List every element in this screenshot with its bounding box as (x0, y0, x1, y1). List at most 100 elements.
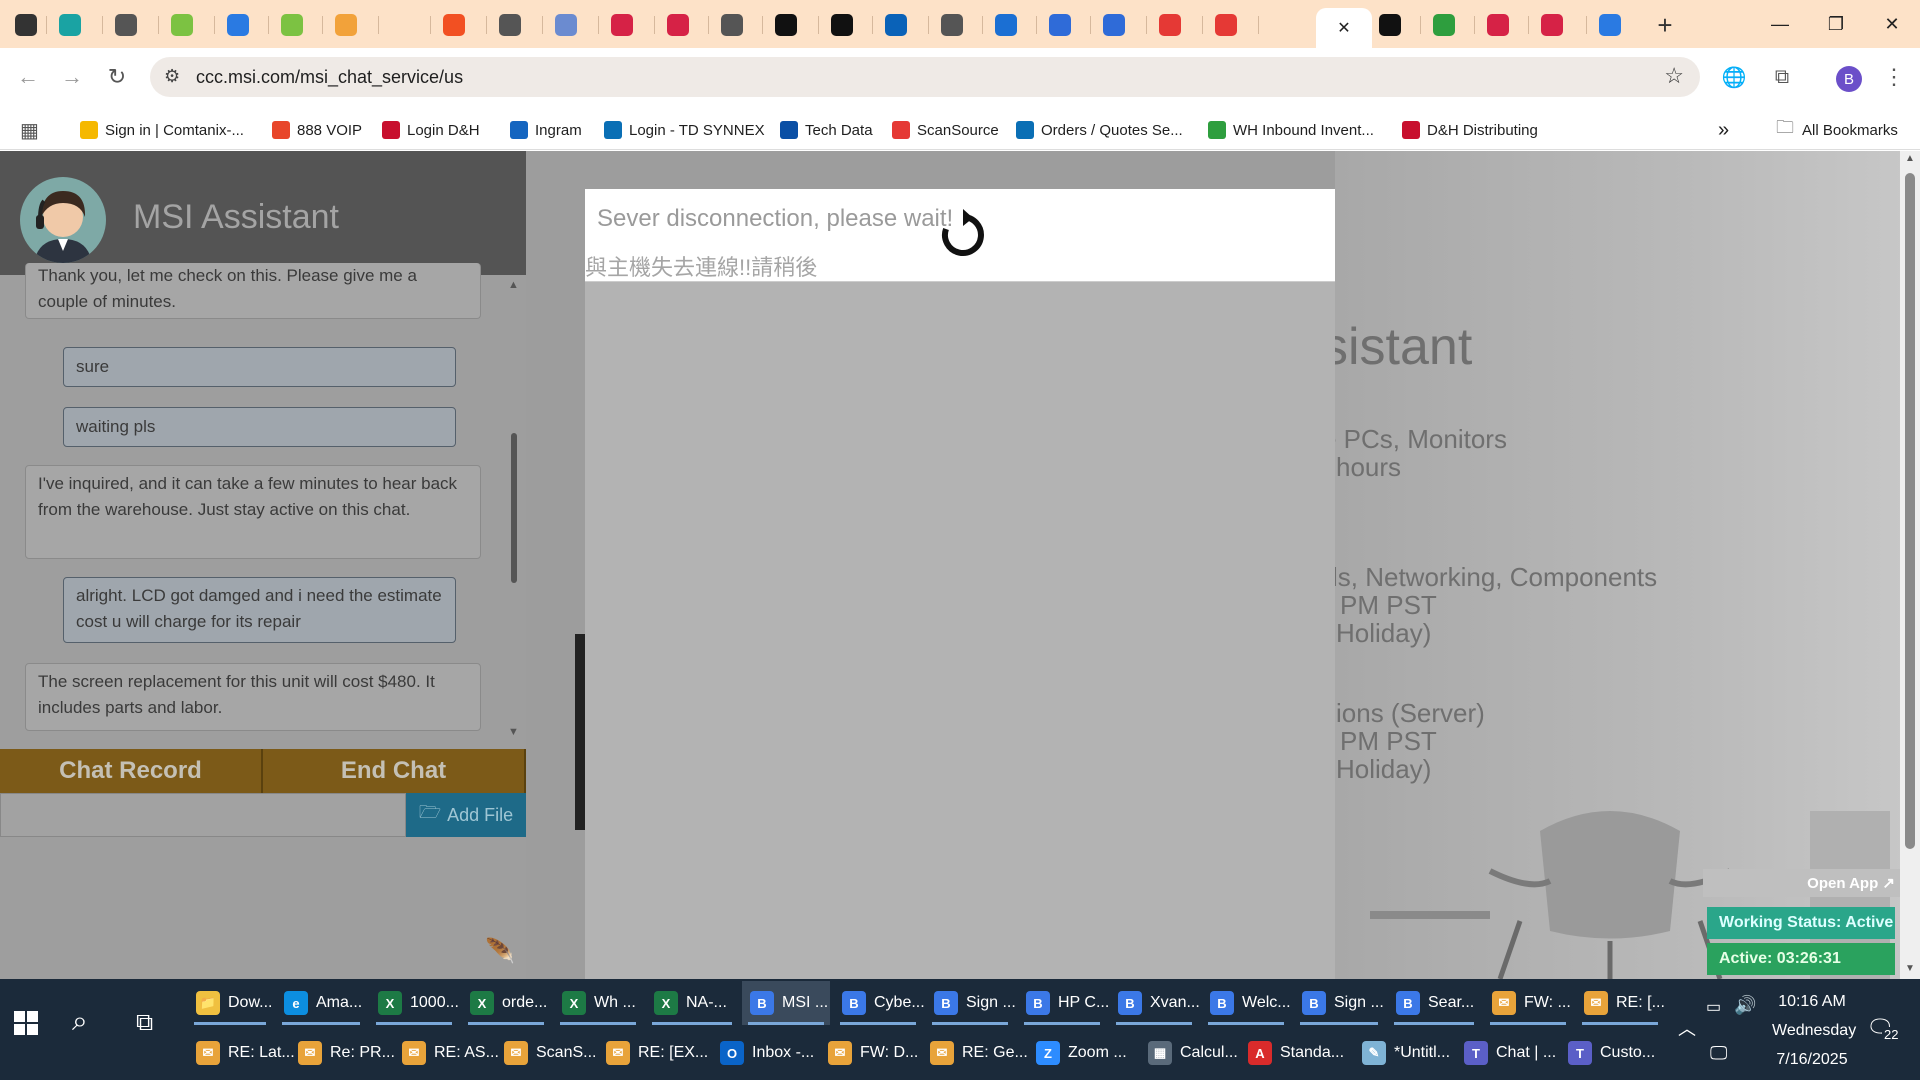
taskbar-app-button[interactable]: B Sign ... (926, 981, 1016, 1025)
browser-tab[interactable] (1478, 8, 1518, 42)
bookmark-item[interactable]: Login D&H (382, 116, 480, 144)
search-icon[interactable]: ⌕ (72, 1005, 88, 1038)
forward-icon[interactable]: → (56, 61, 88, 93)
bookmark-item[interactable]: ScanSource (892, 116, 999, 144)
bookmark-item[interactable]: Ingram (510, 116, 582, 144)
taskbar-app-button[interactable]: B Sign ... (1294, 981, 1384, 1025)
page-scroll-up-icon[interactable]: ▲ (1905, 153, 1915, 164)
site-info-icon[interactable]: ⚙ (164, 66, 180, 87)
scroll-up-icon[interactable]: ▲ (508, 279, 519, 291)
browser-tab[interactable] (658, 8, 698, 42)
taskbar-app-button[interactable]: B HP C... (1018, 981, 1109, 1025)
page-scroll-down-icon[interactable]: ▼ (1905, 963, 1915, 974)
browser-tab[interactable] (162, 8, 202, 42)
taskbar-app-button[interactable]: ✉ RE: Ge... (922, 1031, 1028, 1075)
bookmark-item[interactable]: 888 VOIP (272, 116, 362, 144)
taskbar-app-button[interactable]: ✉ RE: AS... (394, 1031, 499, 1075)
taskbar-app-button[interactable]: e Ama... (276, 981, 366, 1025)
taskbar-app-button[interactable]: ✉ RE: [... (1576, 981, 1665, 1025)
active-tab[interactable]: ✕ (1316, 8, 1372, 48)
add-file-button[interactable]: 🗁 Add File (406, 793, 526, 837)
browser-tab[interactable] (6, 8, 46, 42)
scroll-thumb[interactable] (511, 433, 517, 583)
profile-avatar[interactable]: B (1836, 66, 1862, 92)
open-app-link[interactable]: Open App ↗ (1703, 869, 1903, 897)
taskbar-app-button[interactable]: Xorde... (462, 981, 550, 1025)
taskbar-app-button[interactable]: B Cybe... (834, 981, 925, 1025)
bookmark-item[interactable]: WH Inbound Invent... (1208, 116, 1374, 144)
task-view-icon[interactable]: ⧉ (136, 1009, 153, 1037)
page-scrollbar[interactable]: ▲ ▼ (1900, 151, 1920, 979)
browser-tab[interactable] (1370, 8, 1410, 42)
url-text[interactable]: ccc.msi.com/msi_chat_service/us (196, 67, 463, 88)
minimize-icon[interactable]: — (1752, 0, 1808, 48)
close-tab-icon[interactable]: ✕ (1337, 18, 1350, 38)
taskbar-app-button[interactable]: B MSI ... (742, 981, 830, 1025)
browser-tab[interactable] (1094, 8, 1134, 42)
browser-tab[interactable] (490, 8, 530, 42)
new-tab-button[interactable]: + (1650, 8, 1680, 42)
browser-tab[interactable] (932, 8, 972, 42)
bookmark-item[interactable]: Sign in | Comtanix-... (80, 116, 244, 144)
extensions-icon[interactable]: ⧉ (1766, 61, 1798, 93)
taskbar-app-button[interactable]: T Chat | ... (1456, 1031, 1556, 1075)
browser-tab[interactable] (1590, 8, 1630, 42)
back-icon[interactable]: ← (12, 61, 44, 93)
browser-tab[interactable] (434, 8, 474, 42)
browser-tab[interactable] (106, 8, 146, 42)
menu-kebab-icon[interactable]: ⋮ (1878, 61, 1910, 93)
taskbar-app-button[interactable]: ✉ RE: [EX... (598, 1031, 708, 1075)
taskbar-app-button[interactable]: A Standa... (1240, 1031, 1350, 1075)
browser-tab[interactable] (1262, 8, 1302, 42)
taskbar-app-button[interactable]: X 1000... (370, 981, 459, 1025)
taskbar-app-button[interactable]: ✉ RE: Lat... (188, 1031, 295, 1075)
more-bookmarks-icon[interactable]: » (1718, 116, 1729, 144)
translate-globe-icon[interactable]: 🌐 (1718, 61, 1750, 93)
browser-tab[interactable] (876, 8, 916, 42)
browser-tab[interactable] (1532, 8, 1572, 42)
chat-record-button[interactable]: Chat Record (0, 749, 263, 793)
taskbar-app-button[interactable]: ✉ Re: PR... (290, 1031, 395, 1075)
reload-icon[interactable]: ↻ (101, 61, 133, 93)
chat-scrollbar[interactable]: ▲ ▼ (506, 279, 522, 739)
close-window-icon[interactable]: ✕ (1864, 0, 1920, 48)
notification-center-icon[interactable]: 🗨 22 (1866, 1015, 1902, 1047)
apps-grid-icon[interactable]: ▦ (20, 116, 39, 144)
network-icon[interactable]: 🖵 (1710, 1043, 1727, 1064)
browser-tab[interactable] (602, 8, 642, 42)
volume-icon[interactable]: 🔊 (1734, 995, 1756, 1016)
all-bookmarks-folder[interactable]: 🗀 All Bookmarks (1776, 116, 1898, 144)
taskbar-app-button[interactable]: ✉ FW: D... (820, 1031, 918, 1075)
taskbar-app-button[interactable]: 📁 Dow... (188, 981, 272, 1025)
taskbar-app-button[interactable]: O Inbox -... (712, 1031, 816, 1075)
windows-start-icon[interactable] (14, 1011, 46, 1043)
browser-tab[interactable] (546, 8, 586, 42)
browser-tab[interactable] (272, 8, 312, 42)
taskbar-app-button[interactable]: B Welc... (1202, 981, 1291, 1025)
battery-icon[interactable]: ▭ (1706, 997, 1721, 1017)
taskbar-app-button[interactable]: ✉ ScanS... (496, 1031, 596, 1075)
taskbar-app-button[interactable]: ✎ *Untitl... (1354, 1031, 1452, 1075)
browser-tab[interactable] (1206, 8, 1246, 42)
bookmark-item[interactable]: Login - TD SYNNEX (604, 116, 765, 144)
browser-tab[interactable] (1424, 8, 1464, 42)
browser-tab[interactable] (712, 8, 752, 42)
bookmark-item[interactable]: Tech Data (780, 116, 873, 144)
browser-tab[interactable] (50, 8, 90, 42)
feather-icon[interactable]: 🪶 (485, 937, 515, 966)
system-clock[interactable]: 10:16 AM Wednesday 7/16/2025 (1772, 987, 1856, 1074)
bookmark-item[interactable]: Orders / Quotes Se... (1016, 116, 1183, 144)
browser-tab[interactable] (986, 8, 1026, 42)
browser-tab[interactable] (326, 8, 366, 42)
taskbar-app-button[interactable]: X NA-... (646, 981, 738, 1025)
end-chat-button[interactable]: End Chat (263, 749, 526, 793)
taskbar-app-button[interactable]: T Custo... (1560, 1031, 1660, 1075)
restore-icon[interactable]: ❐ (1808, 0, 1864, 48)
taskbar-app-button[interactable]: ▦ Calcul... (1140, 1031, 1238, 1075)
browser-tab[interactable] (1150, 8, 1190, 42)
chat-message-input[interactable] (0, 793, 406, 837)
taskbar-app-button[interactable]: B Sear... (1388, 981, 1480, 1025)
bookmark-star-icon[interactable]: ☆ (1664, 63, 1684, 89)
taskbar-app-button[interactable]: ✉ FW: ... (1484, 981, 1572, 1025)
page-scroll-thumb[interactable] (1905, 173, 1915, 849)
